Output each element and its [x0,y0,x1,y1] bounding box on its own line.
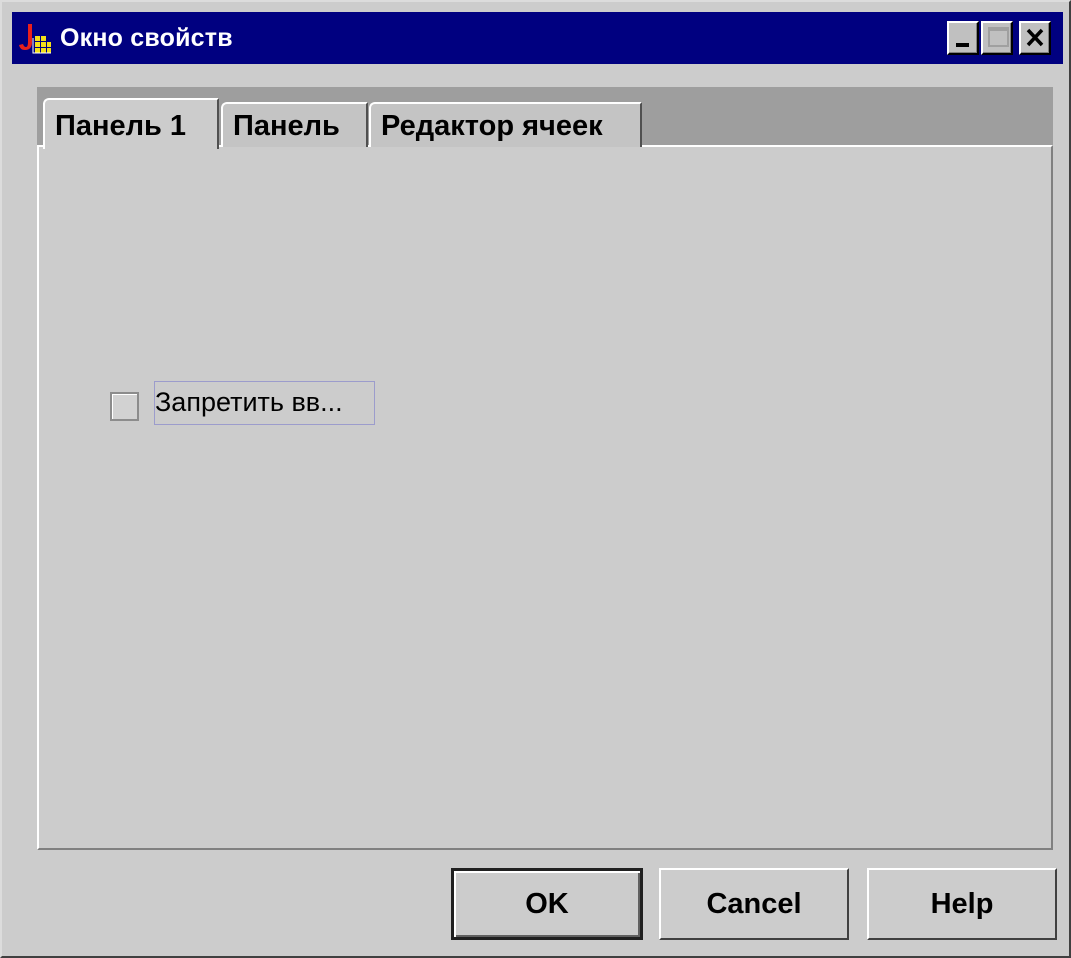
tab-panel[interactable]: Панель [221,102,368,147]
properties-window: Окно свойств Панель Редактор ячеек Панел… [0,0,1071,958]
tab-cell-editor[interactable]: Редактор ячеек [369,102,642,147]
close-button[interactable] [1019,21,1051,55]
disable-input-checkbox[interactable] [110,392,139,421]
ok-button[interactable]: OK [451,868,643,940]
help-button[interactable]: Help [867,868,1057,940]
cancel-button[interactable]: Cancel [659,868,849,940]
window-title: Окно свойств [60,24,233,52]
close-icon [1026,28,1044,47]
tab-panel-1[interactable]: Панель 1 [43,98,219,149]
title-bar[interactable]: Окно свойств [12,12,1063,64]
maximize-button[interactable] [981,21,1013,55]
minimize-button[interactable] [947,21,979,55]
checkbox-label[interactable]: Запретить вв... [154,381,375,425]
java-app-icon [18,22,52,54]
tab-content-panel [37,145,1053,850]
maximize-icon [988,27,1009,47]
minimize-icon [956,43,969,47]
